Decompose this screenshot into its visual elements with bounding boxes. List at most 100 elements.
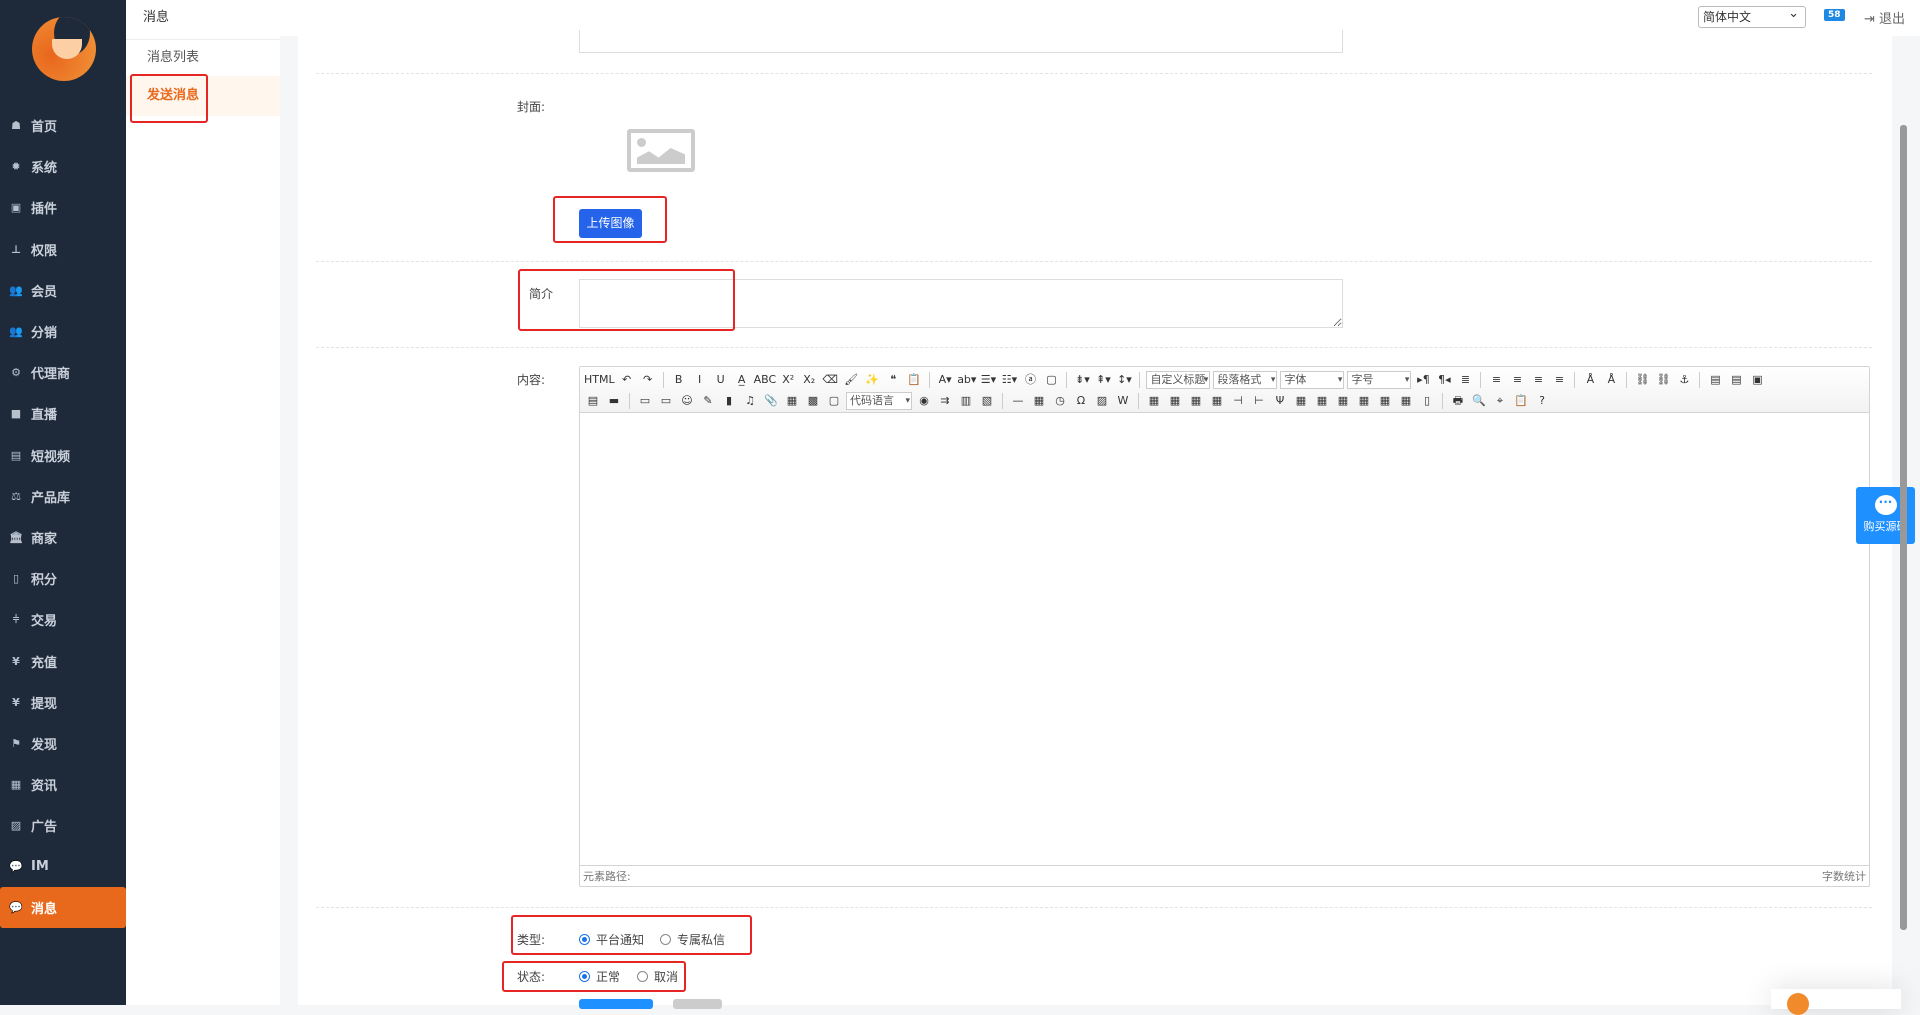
status-radio-normal[interactable]: 正常: [579, 968, 620, 985]
toolbar-row1-6-icon[interactable]: U: [712, 371, 730, 389]
toolbar-row1-4-icon[interactable]: B: [670, 371, 688, 389]
toolbar-row2-1-icon[interactable]: ▬: [605, 392, 623, 410]
toolbar-row2b-22-icon[interactable]: ▦: [1355, 392, 1373, 410]
reset-button[interactable]: [673, 999, 722, 1009]
toolbar-row1-11-icon[interactable]: ⌫: [821, 371, 839, 389]
toolbar-row2-12-icon[interactable]: ▢: [825, 392, 843, 410]
language-select[interactable]: 简体中文: [1698, 4, 1806, 28]
toolbar-row1-9-icon[interactable]: X²: [779, 371, 797, 389]
message-badge[interactable]: 58: [1824, 9, 1845, 21]
toolbar-row2b-6-icon[interactable]: ▦: [1030, 392, 1048, 410]
toolbar-row1-17-icon[interactable]: A▾: [936, 371, 954, 389]
toolbar-row2b-15-icon[interactable]: ▦: [1208, 392, 1226, 410]
toolbar-row1-18-icon[interactable]: ab▾: [957, 371, 976, 389]
sidebar-item-5[interactable]: 👥 分销: [0, 311, 126, 352]
toolbar-row2b-10-icon[interactable]: W: [1114, 392, 1132, 410]
sidebar-item-1[interactable]: ✹ 系统: [0, 146, 126, 187]
toolbar-row1b-17-icon[interactable]: ▤: [1727, 371, 1745, 389]
toolbar-select[interactable]: 代码语言: [846, 391, 912, 410]
radio-unchecked[interactable]: [660, 934, 671, 945]
toolbar-select[interactable]: 字号: [1347, 370, 1412, 389]
toolbar-row2-11-icon[interactable]: ▩: [804, 392, 822, 410]
toolbar-row1-5-icon[interactable]: I: [691, 371, 709, 389]
toolbar-row1b-2-icon[interactable]: ≣: [1456, 371, 1474, 389]
toolbar-row2b-19-icon[interactable]: ▦: [1292, 392, 1310, 410]
sidebar-item-2[interactable]: ▣ 插件: [0, 187, 126, 228]
toolbar-row1-15-icon[interactable]: 📋: [905, 371, 923, 389]
sidebar-item-18[interactable]: 💬 IM: [0, 846, 126, 887]
sidebar-item-9[interactable]: ⚖ 产品库: [0, 476, 126, 517]
toolbar-row1b-6-icon[interactable]: ≡: [1529, 371, 1547, 389]
sidebar-item-14[interactable]: ¥ 提现: [0, 682, 126, 723]
toolbar-row2b-17-icon[interactable]: ⊢: [1250, 392, 1268, 410]
toolbar-row1-25-icon[interactable]: ⇞▾: [1094, 371, 1112, 389]
radio-checked[interactable]: [579, 971, 590, 982]
toolbar-row2b-28-icon[interactable]: 🔍: [1470, 392, 1488, 410]
toolbar-row1-0-icon[interactable]: HTML: [584, 371, 615, 389]
submit-button[interactable]: [579, 999, 653, 1009]
title-input[interactable]: [579, 30, 1343, 53]
toolbar-row2-6-icon[interactable]: ✎: [699, 392, 717, 410]
toolbar-row2-3-icon[interactable]: ▭: [636, 392, 654, 410]
toolbar-row2-5-icon[interactable]: ☺: [678, 392, 696, 410]
type-radio-platform[interactable]: 平台通知: [579, 931, 644, 948]
toolbar-row1-8-icon[interactable]: ABC: [754, 371, 777, 389]
toolbar-row1b-1-icon[interactable]: ¶◂: [1435, 371, 1453, 389]
toolbar-row2b-14-icon[interactable]: ▦: [1187, 392, 1205, 410]
sidebar-item-4[interactable]: 👥 会员: [0, 270, 126, 311]
toolbar-row1b-18-icon[interactable]: ▣: [1748, 371, 1766, 389]
toolbar-row1-21-icon[interactable]: ⓐ: [1021, 371, 1039, 389]
sidebar-item-12[interactable]: ⫩ 交易: [0, 599, 126, 640]
toolbar-row2b-9-icon[interactable]: ▨: [1093, 392, 1111, 410]
toolbar-row2b-7-icon[interactable]: ◷: [1051, 392, 1069, 410]
toolbar-row1-22-icon[interactable]: ▢: [1042, 371, 1060, 389]
toolbar-row1b-13-icon[interactable]: ⛓: [1654, 371, 1672, 389]
toolbar-row1-20-icon[interactable]: ☷▾: [1000, 371, 1018, 389]
toolbar-row1b-4-icon[interactable]: ≡: [1487, 371, 1505, 389]
toolbar-row1-14-icon[interactable]: ❝: [884, 371, 902, 389]
submenu-item-message-list[interactable]: 消息列表: [126, 40, 280, 76]
sidebar-item-17[interactable]: ▨ 广告: [0, 805, 126, 846]
radio-unchecked[interactable]: [637, 971, 648, 982]
toolbar-row1-19-icon[interactable]: ☰▾: [979, 371, 997, 389]
logout-button[interactable]: ⇥ 退出: [1864, 8, 1905, 27]
toolbar-row1-2-icon[interactable]: ↷: [639, 371, 657, 389]
summary-textarea[interactable]: [579, 279, 1343, 328]
toolbar-row1-12-icon[interactable]: 🖌: [842, 371, 860, 389]
sidebar-item-15[interactable]: ⚑ 发现: [0, 723, 126, 764]
sidebar-item-6[interactable]: ⚙ 代理商: [0, 352, 126, 393]
toolbar-row2b-30-icon[interactable]: 📋: [1512, 392, 1530, 410]
toolbar-row1-13-icon[interactable]: ✨: [863, 371, 881, 389]
toolbar-row1-24-icon[interactable]: ⇟▾: [1073, 371, 1091, 389]
toolbar-row1b-0-icon[interactable]: ▸¶: [1414, 371, 1432, 389]
submenu-item-send-message[interactable]: 发送消息: [126, 76, 280, 116]
sidebar-item-8[interactable]: ▤ 短视频: [0, 435, 126, 476]
toolbar-row2b-1-icon[interactable]: ⇉: [936, 392, 954, 410]
sidebar-item-19[interactable]: 💬 消息: [0, 886, 126, 928]
status-radio-cancel[interactable]: 取消: [637, 968, 678, 985]
toolbar-row1b-5-icon[interactable]: ≡: [1508, 371, 1526, 389]
toolbar-row2b-25-icon[interactable]: ▯: [1418, 392, 1436, 410]
scrollbar[interactable]: [1900, 125, 1907, 930]
editor-content[interactable]: [580, 413, 1869, 865]
toolbar-row1b-12-icon[interactable]: ⛓: [1633, 371, 1651, 389]
sidebar-item-0[interactable]: ☗ 首页: [0, 105, 126, 146]
toolbar-row1b-9-icon[interactable]: Å: [1581, 371, 1599, 389]
toolbar-row2b-29-icon[interactable]: ⌖: [1491, 392, 1509, 410]
sidebar-item-7[interactable]: ■ 直播: [0, 393, 126, 434]
toolbar-row1-1-icon[interactable]: ↶: [618, 371, 636, 389]
toolbar-row2b-31-icon[interactable]: ?: [1533, 392, 1551, 410]
toolbar-row2b-21-icon[interactable]: ▦: [1334, 392, 1352, 410]
toolbar-row2b-3-icon[interactable]: ▧: [978, 392, 996, 410]
sidebar-item-3[interactable]: ⊥ 权限: [0, 229, 126, 270]
sidebar-item-10[interactable]: 🏛 商家: [0, 517, 126, 558]
toolbar-row1-10-icon[interactable]: X₂: [800, 371, 818, 389]
toolbar-row2-0-icon[interactable]: ▤: [584, 392, 602, 410]
toolbar-row2-8-icon[interactable]: ♫: [741, 392, 759, 410]
toolbar-select[interactable]: 自定义标题: [1146, 370, 1211, 389]
toolbar-row2b-2-icon[interactable]: ▥: [957, 392, 975, 410]
toolbar-row2b-18-icon[interactable]: Ψ: [1271, 392, 1289, 410]
toolbar-row1-26-icon[interactable]: ↕▾: [1115, 371, 1133, 389]
type-radio-private[interactable]: 专属私信: [660, 931, 725, 948]
toolbar-row2b-8-icon[interactable]: Ω: [1072, 392, 1090, 410]
